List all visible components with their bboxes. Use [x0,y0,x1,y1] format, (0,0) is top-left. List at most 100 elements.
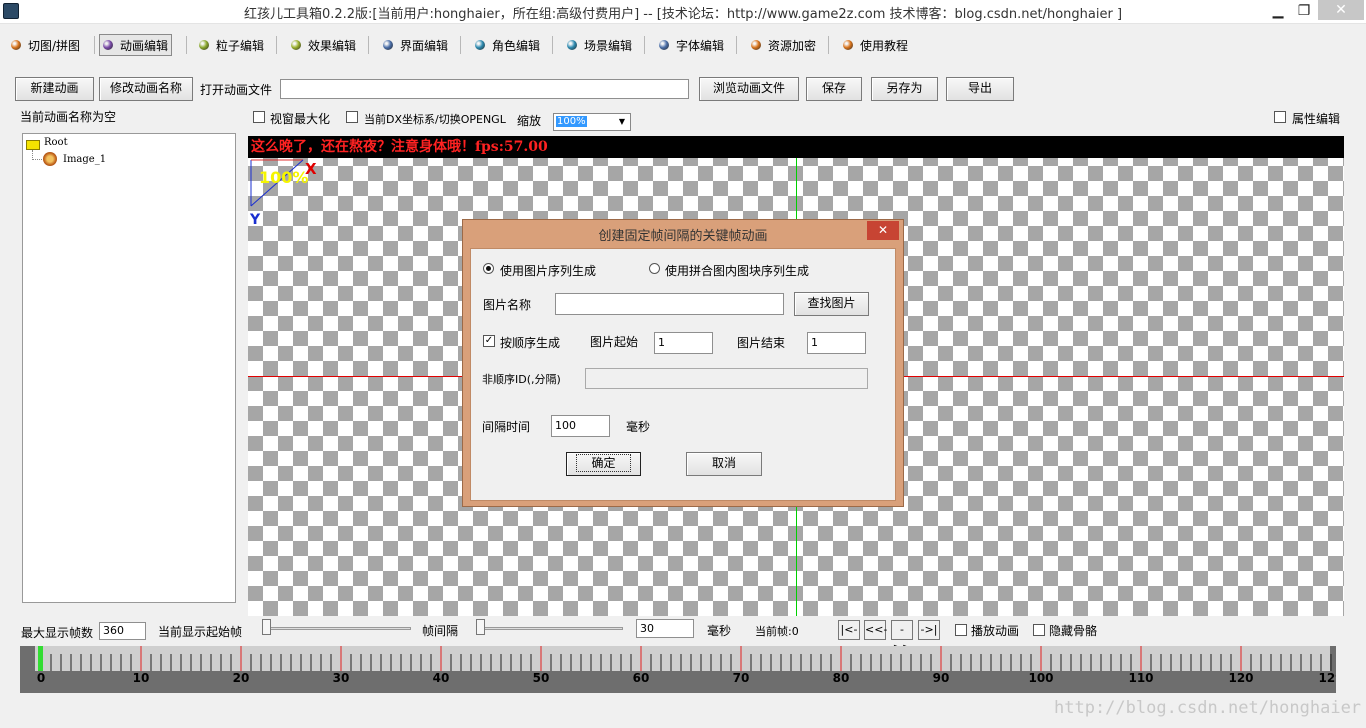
maximize-checkbox[interactable] [253,111,265,123]
ruler-label: 10 [133,671,150,685]
minimize-button[interactable]: ▁ [1265,1,1291,21]
restore-button[interactable]: ❐ [1291,1,1317,21]
max-frames-input[interactable]: 360 [99,622,146,640]
rename-animation-button[interactable]: 修改动画名称 [99,77,193,101]
hide-bones-checkbox[interactable] [1033,624,1045,636]
ruler-label: 0 [37,671,45,685]
tree-root-label[interactable]: Root [44,137,68,148]
dialog-close-button[interactable]: ✕ [867,221,899,240]
tab-separator [552,36,553,54]
tab-separator [368,36,369,54]
watermark: http://blog.csdn.net/honghaier [1054,698,1362,718]
tab-separator [186,36,187,54]
tab-label: 界面编辑 [400,38,449,53]
play-animation-label: 播放动画 [971,624,1020,638]
property-edit-label: 属性编辑 [1292,112,1341,126]
new-animation-button[interactable]: 新建动画 [15,77,94,101]
frame-ruler[interactable]: 0 10 20 30 40 50 60 70 80 90 100 110 120 129 [20,646,1336,693]
tab-5[interactable]: 界面编辑 [380,34,451,56]
radio-atlas-sequence-label: 使用拼合图内图块序列生成 [665,264,810,278]
tab-label: 场景编辑 [584,38,633,53]
last-frame-button[interactable]: ->| [918,620,940,640]
prev-frame-button[interactable]: <<- [864,620,887,640]
close-window-button[interactable]: ✕ [1318,0,1364,20]
tab-2[interactable]: 动画编辑 [99,34,173,56]
ruler-label: 70 [733,671,750,685]
tab-separator [736,36,737,54]
cancel-button[interactable]: 取消 [686,452,762,476]
tab-6[interactable]: 角色编辑 [472,34,543,56]
dialog-title: 创建固定帧间隔的关键帧动画 [598,229,768,244]
zoom-label: 缩放 [517,114,542,128]
tab-separator [828,36,829,54]
tab-4[interactable]: 效果编辑 [288,34,359,56]
property-edit-checkbox[interactable] [1274,111,1286,123]
orange-orb-icon [11,40,21,50]
current-frame-readout: 当前帧:0 [755,625,799,638]
save-button[interactable]: 保存 [806,77,862,101]
tab-8[interactable]: 字体编辑 [656,34,727,56]
radio-image-sequence[interactable] [483,263,494,274]
current-frame-marker[interactable] [38,646,43,671]
ruler-label: 20 [233,671,250,685]
dx-coords-label: 当前DX坐标系/切换OPENGL [364,113,506,126]
end-input[interactable]: 1 [807,332,866,354]
start-input[interactable]: 1 [654,332,713,354]
tab-1[interactable]: 切图/拼图 [8,34,83,56]
tab-7[interactable]: 场景编辑 [564,34,635,56]
open-file-input[interactable] [280,79,689,99]
tab-separator [644,36,645,54]
tree-child-label[interactable]: Image_1 [63,154,106,165]
ok-button[interactable]: 确定 [566,452,641,476]
next-frame-button[interactable]: ->> [891,620,913,654]
ruler-label: 129 [1318,671,1336,685]
first-frame-button[interactable]: |<- [838,620,860,640]
start-label: 图片起始 [590,335,639,349]
animation-tree[interactable]: Root Image_1 [22,133,236,603]
orange-orb-icon [751,40,761,50]
tab-3[interactable]: 粒子编辑 [196,34,267,56]
find-image-button[interactable]: 查找图片 [794,292,869,316]
ordered-checkbox[interactable]: ✓ [483,335,495,347]
current-animation-name: 当前动画名称为空 [20,110,117,124]
frame-interval-input[interactable]: 30 [636,619,694,638]
green-orb-icon [291,40,301,50]
teal-orb-icon [567,40,577,50]
window-title: 红孩儿工具箱0.2.2版:[当前用户:honghaier，所在组:高级付费用户]… [243,7,1123,22]
dx-coords-checkbox[interactable] [346,111,358,123]
export-button[interactable]: 导出 [946,77,1014,101]
fps-status-bar: 这么晚了，还在熬夜？注意身体哦！fps:57.00 [248,136,1344,158]
open-file-label: 打开动画文件 [200,83,273,97]
image-name-input[interactable] [555,293,784,315]
ruler-label: 40 [433,671,450,685]
tab-label: 使用教程 [860,38,909,53]
blue-orb-icon [383,40,393,50]
ruler-label: 110 [1128,671,1153,685]
chevron-down-icon[interactable]: ▼ [615,115,629,129]
tab-10[interactable]: 使用教程 [840,34,911,56]
axis-y-label: Y [250,212,261,228]
save-as-button[interactable]: 另存为 [871,77,938,101]
ruler-label: 60 [633,671,650,685]
tab-9[interactable]: 资源加密 [748,34,819,56]
purple-orb-icon [103,40,113,50]
browse-animation-button[interactable]: 浏览动画文件 [699,77,799,101]
ruler-label: 50 [533,671,550,685]
zoom-select[interactable]: 100% ▼ [553,113,631,131]
folder-icon [26,140,40,150]
blue-orb-icon [659,40,669,50]
interval-input[interactable]: 100 [551,415,610,437]
tab-label: 角色编辑 [492,38,541,53]
frame-interval-slider-track[interactable] [476,627,623,630]
ruler-label: 80 [833,671,850,685]
title-bar: 红孩儿工具箱0.2.2版:[当前用户:honghaier，所在组:高级付费用户]… [0,0,1366,24]
start-frame-slider-track[interactable] [262,627,411,630]
play-animation-checkbox[interactable] [955,624,967,636]
radio-atlas-sequence[interactable] [649,263,660,274]
interval-ms-label: 毫秒 [626,420,651,434]
frame-interval-slider-thumb[interactable] [476,619,485,635]
nonsequential-id-label: 非顺序ID(,分隔) [482,373,561,386]
image-name-label: 图片名称 [483,298,532,312]
ruler-label: 100 [1028,671,1053,685]
start-frame-slider-thumb[interactable] [262,619,271,635]
